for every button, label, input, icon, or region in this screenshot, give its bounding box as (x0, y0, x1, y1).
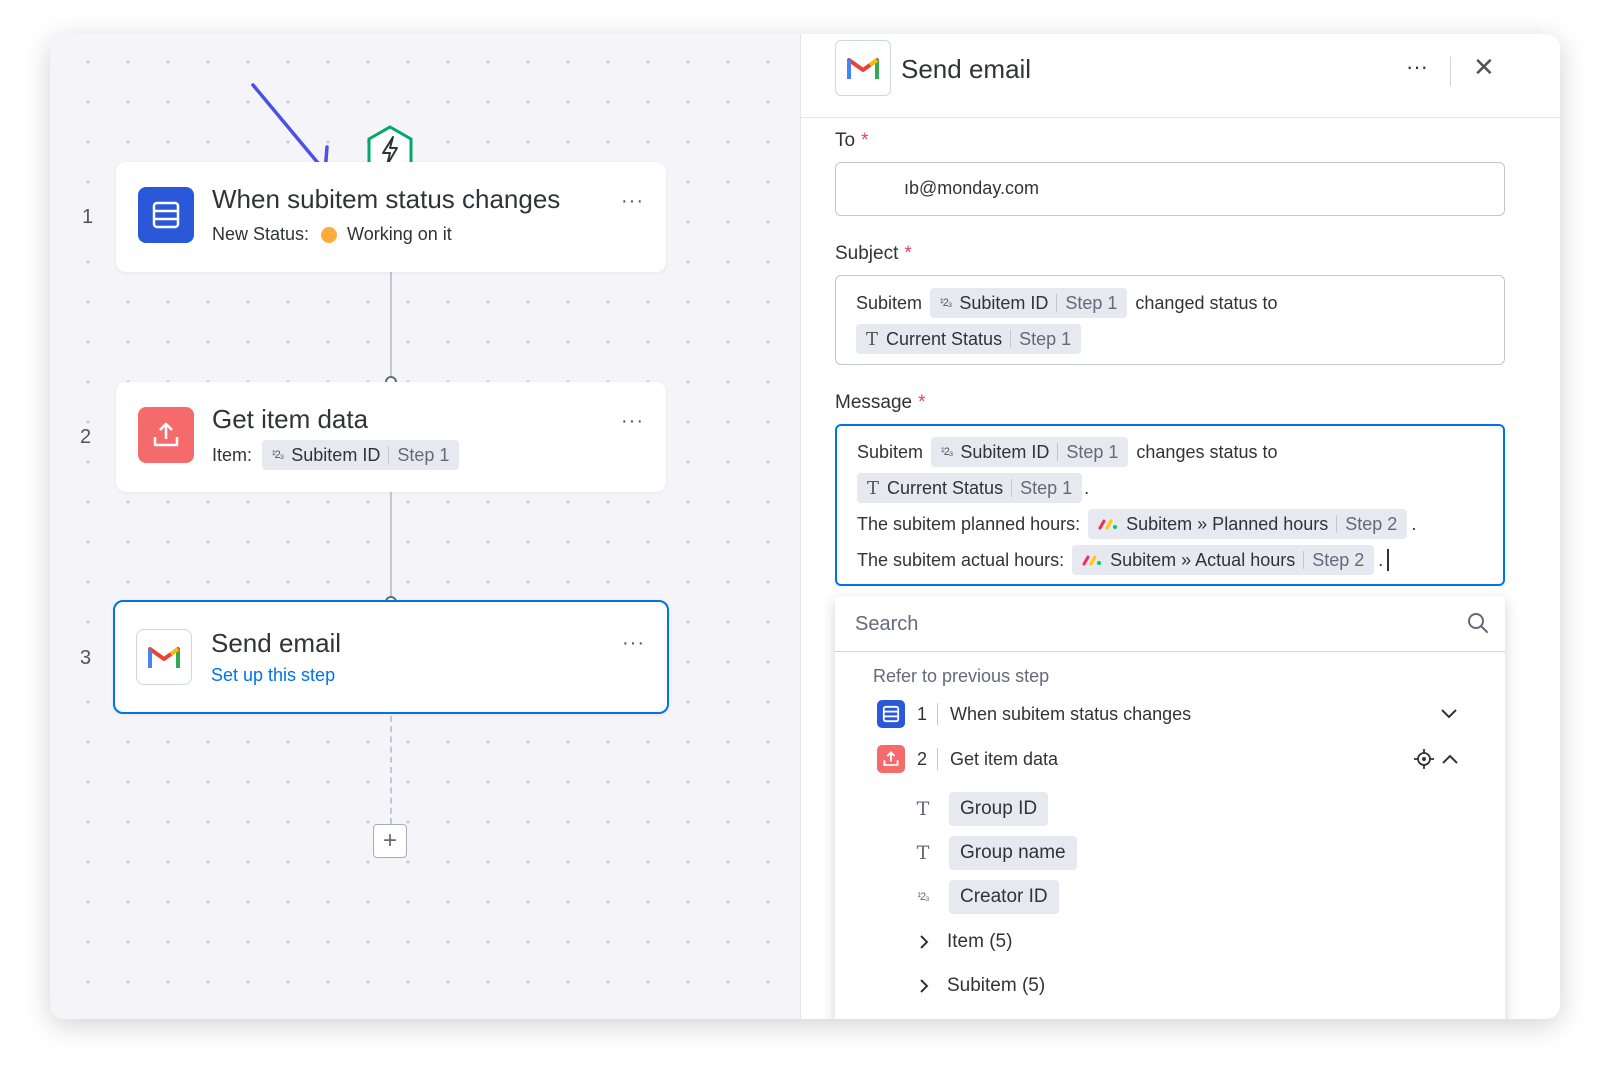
variable-option[interactable]: ¹2₃ Creator ID (911, 880, 1059, 914)
to-field[interactable]: ıb@monday.com (835, 162, 1505, 216)
variable-option[interactable]: T Group name (911, 836, 1077, 870)
source-step-2[interactable]: 2 Get item data (877, 745, 1058, 773)
status-dot (321, 226, 338, 243)
source-step-1[interactable]: 1 When subitem status changes (877, 700, 1191, 728)
step-menu-button[interactable]: ··· (621, 410, 644, 433)
connector-line (390, 492, 392, 602)
step-menu-button[interactable]: ··· (622, 632, 645, 655)
chevron-up-icon[interactable] (1441, 753, 1459, 765)
step-title: Get item data (212, 404, 369, 434)
message-field[interactable]: Subitem ¹2₃ Subitem ID Step 1 changes sta… (835, 424, 1505, 586)
upload-icon (138, 407, 194, 463)
gmail-icon (136, 629, 192, 685)
step-title: When subitem status changes (212, 184, 561, 214)
step-title: Send email (211, 628, 342, 658)
chip-label: Subitem ID (291, 444, 381, 465)
variable-chip[interactable]: ¹2₃ Subitem ID Step 1 (931, 437, 1129, 467)
variable-chip[interactable]: Group ID (949, 792, 1049, 826)
step-card-trigger[interactable]: When subitem status changes New Status: … (116, 162, 666, 272)
variable-picker-dropdown: Refer to previous step 1 When subitem st… (835, 596, 1505, 1019)
refer-heading: Refer to previous step (873, 666, 1050, 686)
status-label: New Status: (212, 224, 310, 244)
chevron-right-icon (920, 935, 929, 949)
to-value: ıb@monday.com (904, 178, 1039, 198)
text-caret (1387, 549, 1389, 571)
monday-logo-icon (1082, 555, 1102, 566)
chevron-down-icon[interactable] (1440, 708, 1458, 720)
number-type-icon: ¹2₃ (917, 891, 929, 903)
step-subtitle: Item: ¹2₃ Subitem ID Step 1 (212, 440, 460, 470)
step-card-action[interactable]: Get item data Item: ¹2₃ Subitem ID Step … (116, 382, 666, 492)
text-type-icon: T (916, 842, 930, 864)
variable-chip[interactable]: ¹2₃ Subitem ID Step 1 (262, 440, 460, 470)
chevron-right-icon (920, 979, 929, 993)
subject-label: Subject * (835, 243, 912, 264)
header-divider (1450, 56, 1451, 86)
step-menu-button[interactable]: ··· (621, 190, 644, 213)
gmail-icon (835, 40, 891, 96)
connector-line-dashed (390, 716, 392, 824)
variable-chip[interactable]: T Current Status Step 1 (857, 473, 1083, 503)
variable-chip[interactable]: ¹2₃ Subitem ID Step 1 (930, 288, 1128, 318)
status-value: Working on it (347, 224, 452, 244)
item-label: Item: (212, 444, 253, 465)
variable-chip[interactable]: Subitem » Planned hours Step 2 (1088, 509, 1408, 539)
search-input[interactable] (855, 608, 1435, 640)
variable-chip[interactable]: Creator ID (949, 880, 1059, 914)
to-label: To * (835, 130, 869, 151)
connector-line (390, 272, 392, 382)
search-icon[interactable] (1467, 612, 1489, 634)
search-bar (835, 596, 1505, 652)
automation-canvas[interactable]: + 1 2 3 When subitem status changes New … (50, 34, 822, 1019)
variable-chip[interactable]: T Current Status Step 1 (856, 324, 1082, 354)
text-type-icon: T (916, 798, 930, 820)
add-step-button[interactable]: + (373, 824, 407, 858)
panel-header: Send email ··· ✕ (801, 34, 1560, 118)
step-card-send-email[interactable]: Send email Set up this step ··· (113, 600, 669, 714)
panel-more-button[interactable]: ··· (1406, 54, 1428, 80)
variable-chip[interactable]: Subitem » Actual hours Step 2 (1072, 545, 1375, 575)
crosshair-icon[interactable] (1413, 748, 1435, 770)
subject-field[interactable]: Subitem ¹2₃ Subitem ID Step 1 changed sta… (835, 275, 1505, 365)
number-type-icon: ¹2₃ (272, 449, 284, 461)
step-number: 1 (82, 206, 94, 228)
text-type-icon: T (866, 328, 879, 350)
panel-title: Send email (901, 54, 1032, 84)
variable-option[interactable]: T Group ID (911, 792, 1049, 826)
group-subitem[interactable]: Subitem (5) (919, 975, 1045, 997)
number-type-icon: ¹2₃ (940, 297, 952, 309)
text-type-icon: T (867, 477, 880, 499)
message-label: Message * (835, 392, 926, 413)
step-number: 3 (80, 647, 92, 669)
step-subtitle: New Status: Working on it (212, 224, 452, 245)
list-board-icon (138, 187, 194, 243)
monday-logo-icon (1098, 519, 1118, 530)
step-config-panel: Send email ··· ✕ To * ıb@monday.com Subje… (800, 34, 1560, 1019)
group-item[interactable]: Item (5) (919, 931, 1012, 953)
chip-step: Step 1 (397, 444, 450, 465)
setup-step-link[interactable]: Set up this step (211, 665, 335, 686)
variable-chip[interactable]: Group name (949, 836, 1077, 870)
step-number: 2 (80, 426, 92, 448)
number-type-icon: ¹2₃ (941, 446, 953, 458)
upload-icon (877, 745, 905, 773)
close-icon[interactable]: ✕ (1473, 52, 1495, 83)
app-window: + 1 2 3 When subitem status changes New … (50, 34, 1560, 1019)
list-board-icon (877, 700, 905, 728)
